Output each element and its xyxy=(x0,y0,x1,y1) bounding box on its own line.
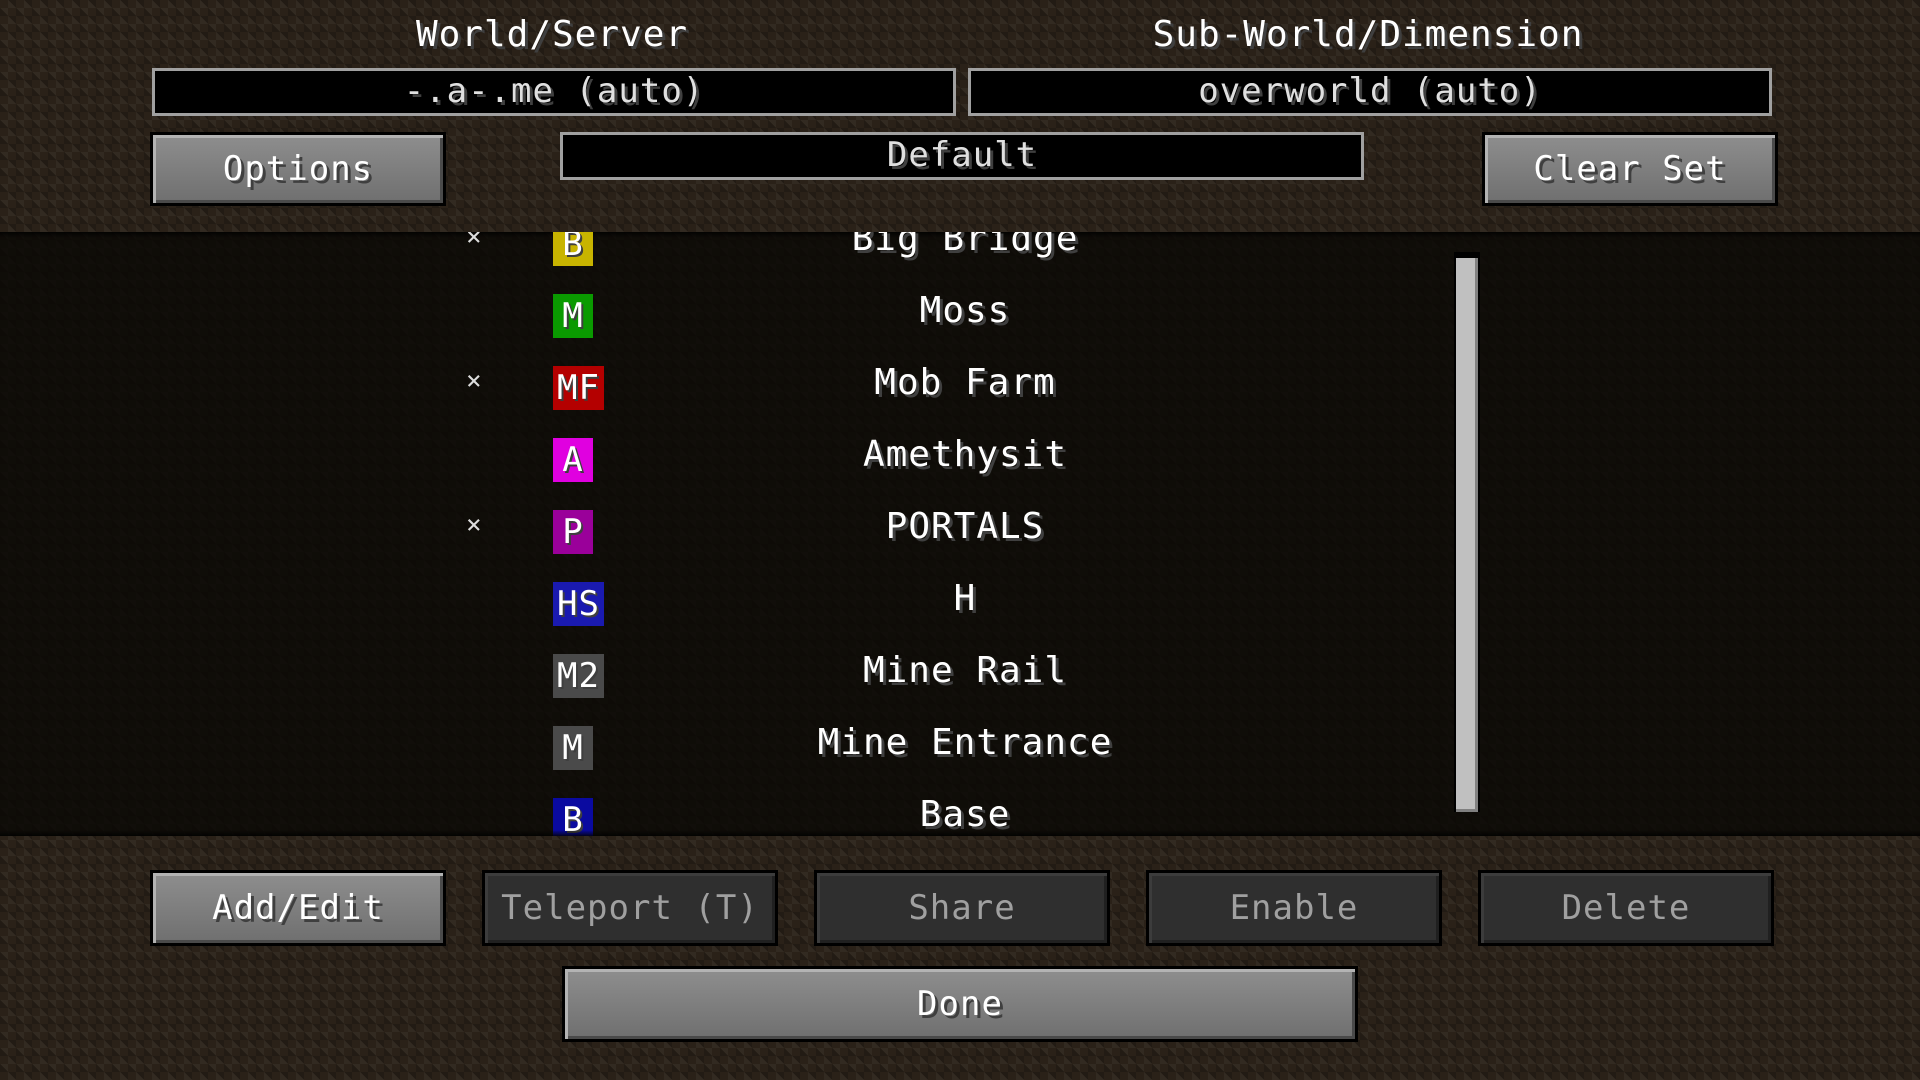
waypoint-name: PORTALS xyxy=(885,506,1045,547)
waypoint-icon: B xyxy=(553,232,593,266)
waypoint-row[interactable]: HS H xyxy=(0,570,1460,642)
waypoint-icon: B xyxy=(553,798,593,836)
waypoint-name: Big Bridge xyxy=(851,232,1079,259)
waypoint-name: Amethysit xyxy=(862,434,1068,475)
world-server-selector[interactable]: -.a-.me (auto) xyxy=(152,68,956,116)
scrollbar-thumb[interactable] xyxy=(1456,258,1478,812)
done-button[interactable]: Done xyxy=(562,966,1358,1042)
add-edit-button[interactable]: Add/Edit xyxy=(150,870,446,946)
waypoint-icon: MF xyxy=(553,366,604,410)
waypoint-row[interactable]: M Mine Entrance xyxy=(0,714,1460,786)
waypoint-row[interactable]: × MF Mob Farm xyxy=(0,354,1460,426)
world-server-label: World/Server xyxy=(415,14,689,55)
waypoint-name: H xyxy=(953,578,977,619)
waypoint-icon: P xyxy=(553,510,593,554)
teleport-button[interactable]: Teleport (T) xyxy=(482,870,778,946)
waypoint-row[interactable]: M Moss xyxy=(0,282,1460,354)
subworld-dimension-label: Sub-World/Dimension xyxy=(1152,14,1584,55)
waypoints-screen: World/Server Sub-World/Dimension -.a-.me… xyxy=(0,0,1920,1080)
share-button[interactable]: Share xyxy=(814,870,1110,946)
waypoint-list[interactable]: B Base M Mine Entrance M2 Mine Rail HS H × P PORTA… xyxy=(0,232,1920,836)
options-button[interactable]: Options xyxy=(150,132,446,206)
highlight-star-icon[interactable]: × xyxy=(466,232,482,252)
waypoint-set-selector[interactable]: Default xyxy=(560,132,1364,180)
subworld-dimension-selector[interactable]: overworld (auto) xyxy=(968,68,1772,116)
waypoint-row[interactable]: M2 Mine Rail xyxy=(0,642,1460,714)
waypoint-row[interactable]: A Amethysit xyxy=(0,426,1460,498)
waypoint-icon: M2 xyxy=(553,654,604,698)
highlight-star-icon[interactable]: × xyxy=(466,510,482,540)
delete-button[interactable]: Delete xyxy=(1478,870,1774,946)
waypoint-row[interactable]: × B Big Bridge xyxy=(0,232,1460,282)
waypoint-icon: A xyxy=(553,438,593,482)
waypoint-name: Moss xyxy=(919,290,1011,331)
waypoint-name: Base xyxy=(919,794,1011,835)
waypoint-name: Mine Rail xyxy=(862,650,1068,691)
waypoint-icon: M xyxy=(553,294,593,338)
waypoint-row[interactable]: B Base xyxy=(0,786,1460,836)
clear-set-button[interactable]: Clear Set xyxy=(1482,132,1778,206)
waypoint-row[interactable]: × P PORTALS xyxy=(0,498,1460,570)
waypoint-name: Mob Farm xyxy=(874,362,1056,403)
enable-button[interactable]: Enable xyxy=(1146,870,1442,946)
waypoint-icon: HS xyxy=(553,582,604,626)
waypoint-name: Mine Entrance xyxy=(817,722,1113,763)
waypoint-icon: M xyxy=(553,726,593,770)
highlight-star-icon[interactable]: × xyxy=(466,366,482,396)
